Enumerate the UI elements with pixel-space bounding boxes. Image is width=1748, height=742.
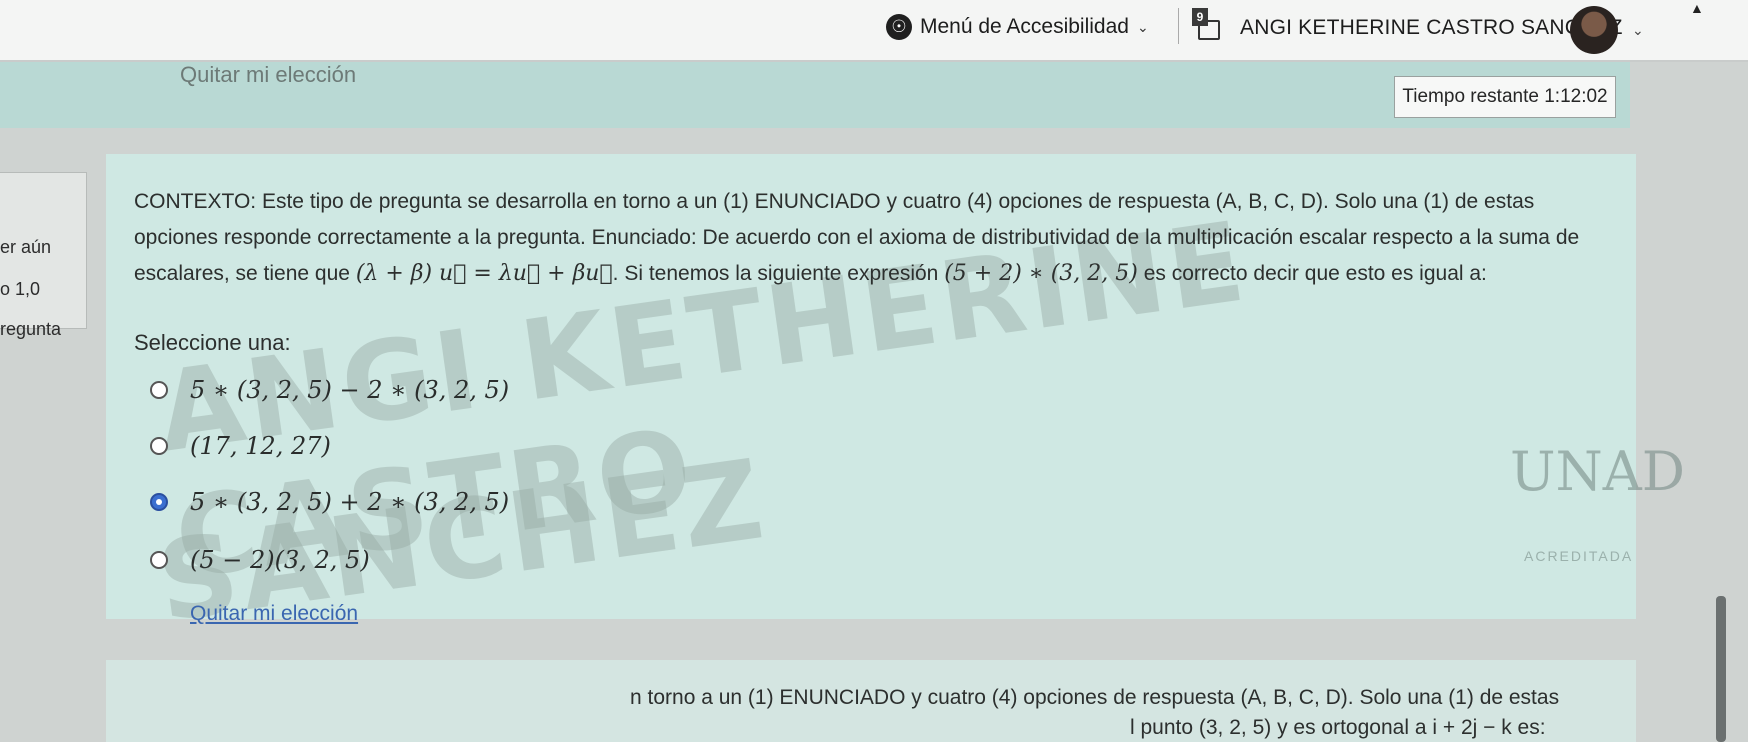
clear-choice-link[interactable]: Quitar mi elección bbox=[190, 602, 358, 626]
question-text: CONTEXTO: Este tipo de pregunta se desar… bbox=[134, 184, 1614, 292]
question-info-panel: er aún o 1,0 regunta bbox=[0, 172, 87, 339]
question-text-part2: . Si tenemos la siguiente expresión bbox=[612, 262, 939, 285]
distributive-formula: (λ + β) u⃗ = λu⃗ + βu⃗ bbox=[355, 261, 613, 286]
scrollbar[interactable] bbox=[1716, 596, 1726, 742]
unad-logo: UNAD bbox=[1510, 440, 1686, 503]
answer-option-text: (5 − 2)(3, 2, 5) bbox=[190, 546, 370, 574]
faded-clear-choice-link: Quitar mi elección bbox=[180, 62, 357, 87]
next-question-text-line2: l punto (3, 2, 5) y es ortogonal a i + 2… bbox=[1130, 716, 1546, 739]
accessibility-menu-label: Menú de Accesibilidad bbox=[920, 15, 1129, 38]
radio-button[interactable] bbox=[150, 551, 168, 569]
flag-question-label[interactable]: regunta bbox=[0, 319, 61, 340]
accessibility-menu[interactable]: ☉ Menú de Accesibilidad ⌄ bbox=[886, 14, 1149, 40]
answer-option-b[interactable]: (17, 12, 27) bbox=[150, 432, 331, 460]
select-one-label: Seleccione una: bbox=[134, 330, 291, 355]
question-score-label: o 1,0 bbox=[0, 279, 41, 299]
accreditation-badge: ACREDITADA bbox=[1524, 548, 1634, 564]
avatar[interactable] bbox=[1570, 6, 1618, 54]
answer-option-c[interactable]: 5 ∗ (3, 2, 5) + 2 ∗ (3, 2, 5) bbox=[150, 488, 509, 516]
user-name[interactable]: ANGI KETHERINE CASTRO SANCHEZ bbox=[1240, 16, 1623, 40]
question-text-part3: es correcto decir que esto es igual a: bbox=[1143, 262, 1487, 285]
answer-option-d[interactable]: (5 − 2)(3, 2, 5) bbox=[150, 546, 370, 574]
radio-button[interactable] bbox=[150, 437, 168, 455]
answer-option-text: 5 ∗ (3, 2, 5) + 2 ∗ (3, 2, 5) bbox=[190, 488, 510, 516]
time-remaining-box: Tiempo restante 1:12:02 bbox=[1394, 76, 1616, 118]
question-state-label: er aún bbox=[0, 237, 52, 257]
accessibility-icon: ☉ bbox=[886, 14, 912, 40]
notification-count-badge: 9 bbox=[1192, 8, 1208, 26]
scroll-up-arrow-icon[interactable]: ▲ bbox=[1690, 0, 1704, 16]
divider bbox=[1178, 8, 1179, 44]
answer-option-a[interactable]: 5 ∗ (3, 2, 5) − 2 ∗ (3, 2, 5) bbox=[150, 376, 509, 404]
top-navbar: ☉ Menú de Accesibilidad ⌄ 9 ANGI KETHERI… bbox=[0, 0, 1748, 62]
notifications-button[interactable]: 9 bbox=[1192, 8, 1220, 40]
answer-option-text: (17, 12, 27) bbox=[190, 432, 331, 460]
expression: (5 + 2) ∗ (3, 2, 5) bbox=[944, 261, 1138, 286]
next-question-text-line1: n torno a un (1) ENUNCIADO y cuatro (4) … bbox=[630, 686, 1560, 709]
answer-option-text: 5 ∗ (3, 2, 5) − 2 ∗ (3, 2, 5) bbox=[190, 376, 510, 404]
radio-button[interactable] bbox=[150, 381, 168, 399]
radio-button-selected[interactable] bbox=[150, 493, 168, 511]
user-menu-chevron-icon[interactable]: ⌄ bbox=[1632, 22, 1644, 39]
chevron-down-icon: ⌄ bbox=[1136, 18, 1149, 35]
